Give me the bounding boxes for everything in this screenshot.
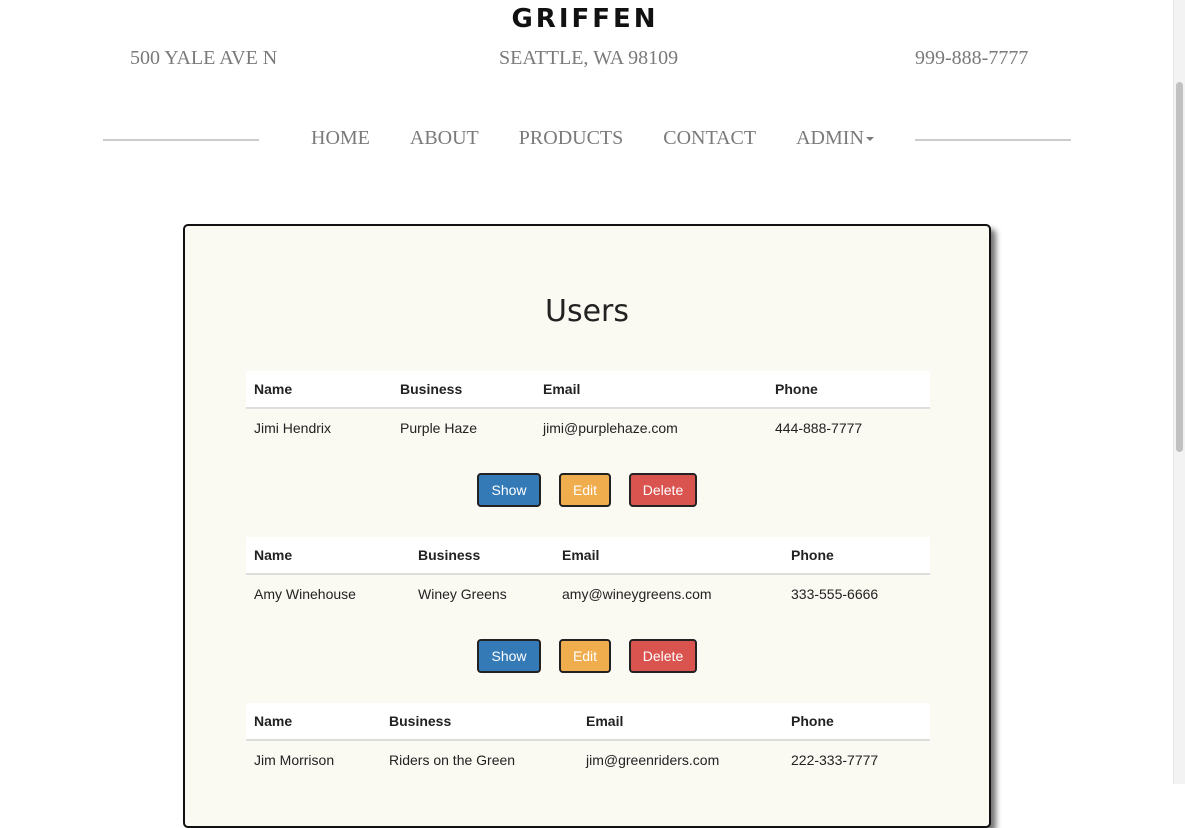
header-business: Business [392,371,535,409]
user-email: jimi@purplehaze.com [535,408,767,446]
nav-products[interactable]: PRODUCTS [519,127,623,150]
user-business: Purple Haze [392,408,535,446]
header-name: Name [246,537,410,575]
address-text: 500 YALE AVE N [130,47,278,69]
header-email: Email [535,371,767,409]
nav-divider-right [915,139,1071,141]
caret-down-icon [865,137,874,142]
delete-button[interactable]: Delete [629,639,697,673]
header-email: Email [554,537,783,575]
delete-button[interactable]: Delete [629,473,697,507]
table-row: Jimi Hendrix Purple Haze jimi@purplehaze… [246,408,930,446]
edit-button[interactable]: Edit [559,639,611,673]
table-row: Amy Winehouse Winey Greens amy@wineygree… [246,574,930,612]
nav-home[interactable]: HOME [311,127,370,150]
show-button[interactable]: Show [477,473,541,507]
city-text: SEATTLE, WA 98109 [499,47,679,69]
show-button[interactable]: Show [477,639,541,673]
user-email: jim@greenriders.com [578,740,783,778]
user-table: Name Business Email Phone Amy Winehouse … [246,537,930,612]
header-email: Email [578,703,783,741]
user-phone: 444-888-7777 [767,408,930,446]
header-phone: Phone [767,371,930,409]
table-header-row: Name Business Email Phone [246,537,930,575]
user-name: Jimi Hendrix [246,408,392,446]
nav-divider-left [103,139,259,141]
user-table: Name Business Email Phone Jimi Hendrix P… [246,371,930,446]
user-name: Jim Morrison [246,740,381,778]
page-scrollbar[interactable] [1173,0,1185,784]
table-row: Jim Morrison Riders on the Green jim@gre… [246,740,930,778]
main-nav: HOME ABOUT PRODUCTS CONTACT ADMIN [311,127,874,150]
user-phone: 333-555-6666 [783,574,930,612]
header-business: Business [410,537,554,575]
header-business: Business [381,703,578,741]
users-panel: Users Name Business Email Phone Jimi Hen… [183,224,991,828]
user-business: Winey Greens [410,574,554,612]
header-phone: Phone [783,703,930,741]
user-email: amy@wineygreens.com [554,574,783,612]
user-actions: Show Edit Delete [185,639,989,673]
user-name: Amy Winehouse [246,574,410,612]
brand-logo[interactable]: GRIFFEN [0,4,1170,34]
user-business: Riders on the Green [381,740,578,778]
page-title: Users [544,294,629,329]
table-header-row: Name Business Email Phone [246,703,930,741]
nav-admin-dropdown[interactable]: ADMIN [796,127,874,150]
user-table: Name Business Email Phone Jim Morrison R… [246,703,930,778]
scrollbar-thumb[interactable] [1176,82,1183,452]
nav-about[interactable]: ABOUT [410,127,479,150]
header-phone: Phone [783,537,930,575]
phone-text: 999-888-7777 [915,47,1029,69]
nav-contact[interactable]: CONTACT [663,127,756,150]
table-header-row: Name Business Email Phone [246,371,930,409]
user-phone: 222-333-7777 [783,740,930,778]
header-name: Name [246,371,392,409]
header-name: Name [246,703,381,741]
user-actions: Show Edit Delete [185,473,989,507]
edit-button[interactable]: Edit [559,473,611,507]
nav-admin-label: ADMIN [796,127,864,149]
